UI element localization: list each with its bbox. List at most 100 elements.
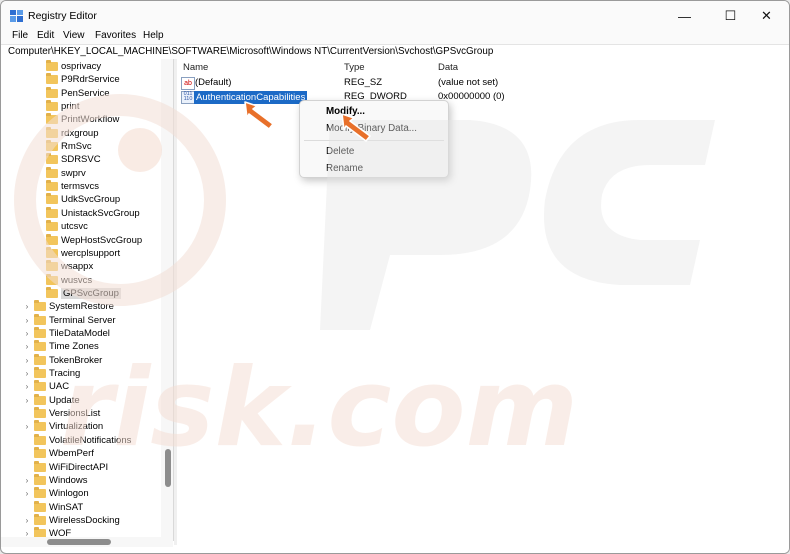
folder-icon (34, 354, 46, 365)
tree-item[interactable]: VolatileNotifications (23, 434, 131, 447)
tree-item-label: UnistackSvcGroup (61, 208, 140, 219)
tree-item-label: swprv (61, 168, 86, 179)
tree-item[interactable]: › Windows (23, 474, 88, 487)
folder-icon (46, 60, 58, 71)
tree-item[interactable]: › Time Zones (23, 340, 99, 353)
tree-item[interactable]: wusvcs (35, 274, 92, 287)
value-name: (Default) (195, 77, 232, 88)
column-header-data[interactable]: Data (438, 62, 458, 73)
folder-icon (46, 193, 58, 204)
tree-item[interactable]: › Update (23, 394, 80, 407)
tree-item-label: WirelessDocking (49, 515, 120, 526)
folder-icon (34, 434, 46, 445)
tree-item-selected[interactable]: GPSvcGroup (35, 287, 121, 300)
tree-item[interactable]: › Virtualization (23, 420, 103, 433)
tree-item[interactable]: rdxgroup (35, 127, 99, 140)
chevron-right-icon[interactable]: › (23, 329, 31, 338)
tree-item-label: TileDataModel (49, 328, 110, 339)
tree-item[interactable]: SDRSVC (35, 153, 101, 166)
chevron-right-icon[interactable]: › (23, 369, 31, 378)
context-menu-modify-binary-data[interactable]: Modify Binary Data... (326, 123, 417, 134)
tree-item[interactable]: WbemPerf (23, 447, 94, 460)
string-value-icon: ab (181, 77, 195, 90)
menu-file[interactable]: File (12, 30, 28, 41)
tree-item[interactable]: WiFiDirectAPI (23, 461, 108, 474)
tree-item[interactable]: osprivacy (35, 60, 101, 73)
tree-item[interactable]: wsappx (35, 260, 93, 273)
folder-icon (34, 461, 46, 472)
tree-item-label: print (61, 101, 80, 112)
chevron-right-icon[interactable]: › (23, 356, 31, 365)
chevron-right-icon[interactable]: › (23, 489, 31, 498)
tree-item[interactable]: › UAC (23, 380, 69, 393)
tree-item[interactable]: print (35, 100, 79, 113)
tree-item[interactable]: VersionsList (23, 407, 100, 420)
menu-edit[interactable]: Edit (37, 30, 54, 41)
tree-item[interactable]: › SystemRestore (23, 300, 114, 313)
close-button[interactable]: ✕ (744, 1, 789, 31)
tree-item[interactable]: PrintWorkflow (35, 113, 119, 126)
tree-item[interactable]: PenService (35, 87, 110, 100)
address-bar[interactable]: Computer\HKEY_LOCAL_MACHINE\SOFTWARE\Mic… (1, 44, 789, 60)
tree-item[interactable]: WinSAT (23, 501, 83, 514)
tree-item-label: Terminal Server (49, 315, 116, 326)
folder-icon (34, 420, 46, 431)
tree-item-label: WbemPerf (49, 448, 94, 459)
tree-item[interactable]: WepHostSvcGroup (35, 234, 142, 247)
tree-item[interactable]: › Terminal Server (23, 314, 116, 327)
value-type: REG_SZ (344, 77, 383, 88)
tree-item-label: UdkSvcGroup (61, 194, 121, 205)
tree-item[interactable]: › Winlogon (23, 487, 89, 500)
folder-icon (46, 167, 58, 178)
value-data: (value not set) (438, 77, 499, 88)
folder-icon (46, 87, 58, 98)
tree-item[interactable]: swprv (35, 167, 86, 180)
value-row-default[interactable]: ab (Default) REG_SZ (value not set) (177, 76, 577, 90)
tree-item[interactable]: RmSvc (35, 140, 92, 153)
tree-horizontal-scroll-thumb[interactable] (47, 539, 111, 545)
context-menu-modify[interactable]: Modify... (326, 106, 365, 117)
chevron-right-icon[interactable]: › (23, 422, 31, 431)
chevron-right-icon[interactable]: › (23, 396, 31, 405)
tree-item[interactable]: UnistackSvcGroup (35, 207, 140, 220)
tree-item[interactable]: UdkSvcGroup (35, 193, 120, 206)
tree-item[interactable]: P9RdrService (35, 73, 120, 86)
tree-item-label: RmSvc (61, 141, 92, 152)
context-menu-rename[interactable]: Rename (326, 163, 363, 174)
chevron-right-icon[interactable]: › (23, 302, 31, 311)
tree-item[interactable]: › TokenBroker (23, 354, 102, 367)
folder-icon (34, 394, 46, 405)
tree-item[interactable]: › WirelessDocking (23, 514, 120, 527)
tree-item[interactable]: wercplsupport (35, 247, 120, 260)
tree-item[interactable]: › Tracing (23, 367, 80, 380)
tree-vertical-scroll-thumb[interactable] (165, 449, 171, 487)
folder-icon (46, 113, 58, 124)
minimize-button[interactable]: — (662, 1, 707, 31)
column-header-type[interactable]: Type (344, 62, 365, 73)
value-data: 0x00000000 (0) (438, 91, 505, 102)
tree-item-label: wsappx (61, 261, 94, 272)
chevron-right-icon[interactable]: › (23, 516, 31, 525)
tree-item-label: GPSvcGroup (61, 288, 121, 299)
chevron-right-icon[interactable]: › (23, 476, 31, 485)
folder-icon (34, 447, 46, 458)
chevron-right-icon[interactable]: › (23, 316, 31, 325)
address-path[interactable]: Computer\HKEY_LOCAL_MACHINE\SOFTWARE\Mic… (8, 46, 493, 57)
tree-vertical-scrollbar[interactable] (161, 59, 173, 541)
menu-view[interactable]: View (63, 30, 85, 41)
chevron-right-icon[interactable]: › (23, 382, 31, 391)
tree-item-label: TokenBroker (49, 355, 103, 366)
column-header-name[interactable]: Name (183, 62, 208, 73)
tree-horizontal-scrollbar[interactable] (1, 537, 173, 547)
context-menu-delete[interactable]: Delete (326, 146, 354, 157)
tree-item-label: UAC (49, 381, 70, 392)
menu-help[interactable]: Help (143, 30, 164, 41)
tree-item-label: WepHostSvcGroup (61, 235, 143, 246)
chevron-right-icon[interactable]: › (23, 342, 31, 351)
tree-item[interactable]: utcsvc (35, 220, 88, 233)
tree-item[interactable]: › TileDataModel (23, 327, 110, 340)
folder-icon (46, 100, 58, 111)
registry-tree: osprivacy P9RdrService PenService print Prin… (1, 59, 174, 541)
tree-item[interactable]: termsvcs (35, 180, 99, 193)
menu-favorites[interactable]: Favorites (95, 30, 136, 41)
